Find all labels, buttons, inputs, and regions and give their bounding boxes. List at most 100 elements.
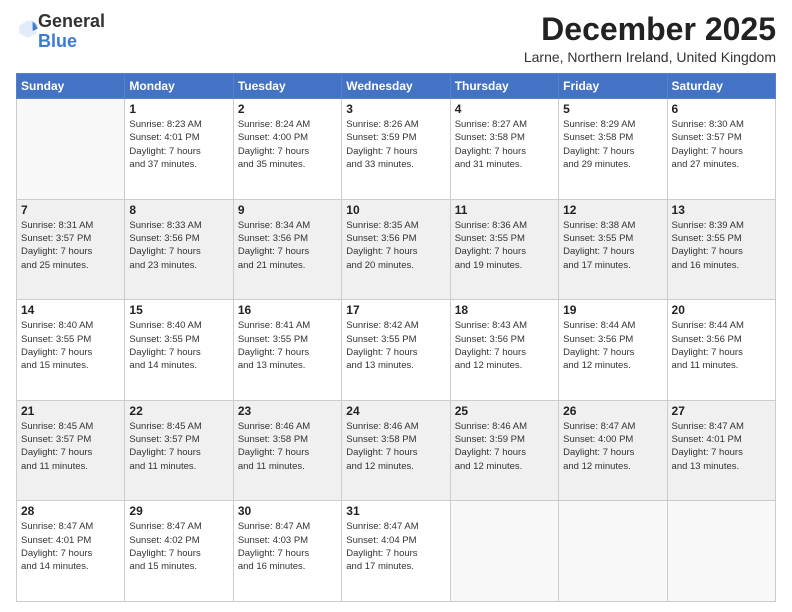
day-info: Sunrise: 8:34 AMSunset: 3:56 PMDaylight:… <box>238 219 337 272</box>
day-info: Sunrise: 8:47 AMSunset: 4:00 PMDaylight:… <box>563 420 662 473</box>
day-number: 31 <box>346 504 445 518</box>
table-row <box>559 501 667 602</box>
logo-icon <box>18 19 38 39</box>
day-number: 6 <box>672 102 771 116</box>
table-row: 13Sunrise: 8:39 AMSunset: 3:55 PMDayligh… <box>667 199 775 300</box>
day-info: Sunrise: 8:35 AMSunset: 3:56 PMDaylight:… <box>346 219 445 272</box>
day-info: Sunrise: 8:46 AMSunset: 3:58 PMDaylight:… <box>346 420 445 473</box>
day-number: 12 <box>563 203 662 217</box>
day-number: 17 <box>346 303 445 317</box>
title-block: December 2025 Larne, Northern Ireland, U… <box>524 12 776 65</box>
day-info: Sunrise: 8:45 AMSunset: 3:57 PMDaylight:… <box>129 420 228 473</box>
table-row: 5 Sunrise: 8:29 AMSunset: 3:58 PMDaylight… <box>559 99 667 200</box>
table-row: 28Sunrise: 8:47 AMSunset: 4:01 PMDayligh… <box>17 501 125 602</box>
weekday-header-row: Sunday Monday Tuesday Wednesday Thursday… <box>17 74 776 99</box>
header-sunday: Sunday <box>17 74 125 99</box>
day-info: Sunrise: 8:38 AMSunset: 3:55 PMDaylight:… <box>563 219 662 272</box>
day-info: Sunrise: 8:27 AMSunset: 3:58 PMDaylight:… <box>455 118 554 171</box>
table-row: 27Sunrise: 8:47 AMSunset: 4:01 PMDayligh… <box>667 400 775 501</box>
day-number: 11 <box>455 203 554 217</box>
day-info: Sunrise: 8:44 AMSunset: 3:56 PMDaylight:… <box>563 319 662 372</box>
day-number: 30 <box>238 504 337 518</box>
table-row: 10Sunrise: 8:35 AMSunset: 3:56 PMDayligh… <box>342 199 450 300</box>
month-title: December 2025 <box>524 12 776 47</box>
header-tuesday: Tuesday <box>233 74 341 99</box>
logo: General Blue <box>16 12 105 52</box>
day-number: 21 <box>21 404 120 418</box>
day-info: Sunrise: 8:42 AMSunset: 3:55 PMDaylight:… <box>346 319 445 372</box>
day-number: 8 <box>129 203 228 217</box>
calendar-week-row: 7 Sunrise: 8:31 AMSunset: 3:57 PMDaylight… <box>17 199 776 300</box>
header-friday: Friday <box>559 74 667 99</box>
calendar-week-row: 1Sunrise: 8:23 AMSunset: 4:01 PMDaylight… <box>17 99 776 200</box>
table-row: 25Sunrise: 8:46 AMSunset: 3:59 PMDayligh… <box>450 400 558 501</box>
day-info: Sunrise: 8:44 AMSunset: 3:56 PMDaylight:… <box>672 319 771 372</box>
day-number: 3 <box>346 102 445 116</box>
day-info: Sunrise: 8:41 AMSunset: 3:55 PMDaylight:… <box>238 319 337 372</box>
day-info: Sunrise: 8:46 AMSunset: 3:58 PMDaylight:… <box>238 420 337 473</box>
calendar-week-row: 21 Sunrise: 8:45 AMSunset: 3:57 PMDayligh… <box>17 400 776 501</box>
day-number: 9 <box>238 203 337 217</box>
table-row: 21 Sunrise: 8:45 AMSunset: 3:57 PMDayligh… <box>17 400 125 501</box>
table-row: 7 Sunrise: 8:31 AMSunset: 3:57 PMDaylight… <box>17 199 125 300</box>
location: Larne, Northern Ireland, United Kingdom <box>524 49 776 65</box>
day-info: Sunrise: 8:29 AMSunset: 3:58 PMDaylight:… <box>563 118 662 171</box>
day-number: 18 <box>455 303 554 317</box>
table-row <box>450 501 558 602</box>
day-info: Sunrise: 8:31 AMSunset: 3:57 PMDaylight:… <box>21 219 120 272</box>
table-row: 4 Sunrise: 8:27 AMSunset: 3:58 PMDaylight… <box>450 99 558 200</box>
day-number: 15 <box>129 303 228 317</box>
day-number: 1 <box>129 102 228 116</box>
day-info: Sunrise: 8:47 AMSunset: 4:04 PMDaylight:… <box>346 520 445 573</box>
calendar-table: Sunday Monday Tuesday Wednesday Thursday… <box>16 73 776 602</box>
table-row: 20 Sunrise: 8:44 AMSunset: 3:56 PMDayligh… <box>667 300 775 401</box>
table-row: 6 Sunrise: 8:30 AMSunset: 3:57 PMDaylight… <box>667 99 775 200</box>
header-saturday: Saturday <box>667 74 775 99</box>
calendar-week-row: 28Sunrise: 8:47 AMSunset: 4:01 PMDayligh… <box>17 501 776 602</box>
table-row: 1Sunrise: 8:23 AMSunset: 4:01 PMDaylight… <box>125 99 233 200</box>
table-row <box>667 501 775 602</box>
day-info: Sunrise: 8:45 AMSunset: 3:57 PMDaylight:… <box>21 420 120 473</box>
day-info: Sunrise: 8:33 AMSunset: 3:56 PMDaylight:… <box>129 219 228 272</box>
logo-general-text: General <box>38 11 105 31</box>
table-row: 24 Sunrise: 8:46 AMSunset: 3:58 PMDayligh… <box>342 400 450 501</box>
day-info: Sunrise: 8:40 AMSunset: 3:55 PMDaylight:… <box>21 319 120 372</box>
day-info: Sunrise: 8:47 AMSunset: 4:03 PMDaylight:… <box>238 520 337 573</box>
day-number: 27 <box>672 404 771 418</box>
day-number: 23 <box>238 404 337 418</box>
day-info: Sunrise: 8:47 AMSunset: 4:01 PMDaylight:… <box>21 520 120 573</box>
day-number: 5 <box>563 102 662 116</box>
day-number: 19 <box>563 303 662 317</box>
day-number: 14 <box>21 303 120 317</box>
header-thursday: Thursday <box>450 74 558 99</box>
day-number: 7 <box>21 203 120 217</box>
table-row <box>17 99 125 200</box>
day-info: Sunrise: 8:46 AMSunset: 3:59 PMDaylight:… <box>455 420 554 473</box>
table-row: 16 Sunrise: 8:41 AMSunset: 3:55 PMDayligh… <box>233 300 341 401</box>
day-number: 16 <box>238 303 337 317</box>
table-row: 29 Sunrise: 8:47 AMSunset: 4:02 PMDayligh… <box>125 501 233 602</box>
table-row: 31 Sunrise: 8:47 AMSunset: 4:04 PMDayligh… <box>342 501 450 602</box>
table-row: 23 Sunrise: 8:46 AMSunset: 3:58 PMDayligh… <box>233 400 341 501</box>
day-info: Sunrise: 8:30 AMSunset: 3:57 PMDaylight:… <box>672 118 771 171</box>
day-number: 4 <box>455 102 554 116</box>
header-wednesday: Wednesday <box>342 74 450 99</box>
day-info: Sunrise: 8:24 AMSunset: 4:00 PMDaylight:… <box>238 118 337 171</box>
day-info: Sunrise: 8:40 AMSunset: 3:55 PMDaylight:… <box>129 319 228 372</box>
table-row: 26Sunrise: 8:47 AMSunset: 4:00 PMDayligh… <box>559 400 667 501</box>
table-row: 18Sunrise: 8:43 AMSunset: 3:56 PMDayligh… <box>450 300 558 401</box>
day-number: 20 <box>672 303 771 317</box>
table-row: 19 Sunrise: 8:44 AMSunset: 3:56 PMDayligh… <box>559 300 667 401</box>
table-row: 30 Sunrise: 8:47 AMSunset: 4:03 PMDayligh… <box>233 501 341 602</box>
calendar-week-row: 14 Sunrise: 8:40 AMSunset: 3:55 PMDayligh… <box>17 300 776 401</box>
table-row: 15 Sunrise: 8:40 AMSunset: 3:55 PMDayligh… <box>125 300 233 401</box>
table-row: 9 Sunrise: 8:34 AMSunset: 3:56 PMDaylight… <box>233 199 341 300</box>
day-number: 24 <box>346 404 445 418</box>
day-number: 29 <box>129 504 228 518</box>
day-info: Sunrise: 8:47 AMSunset: 4:02 PMDaylight:… <box>129 520 228 573</box>
day-info: Sunrise: 8:36 AMSunset: 3:55 PMDaylight:… <box>455 219 554 272</box>
table-row: 14 Sunrise: 8:40 AMSunset: 3:55 PMDayligh… <box>17 300 125 401</box>
logo-blue-text: Blue <box>38 31 77 51</box>
day-number: 13 <box>672 203 771 217</box>
table-row: 3Sunrise: 8:26 AMSunset: 3:59 PMDaylight… <box>342 99 450 200</box>
